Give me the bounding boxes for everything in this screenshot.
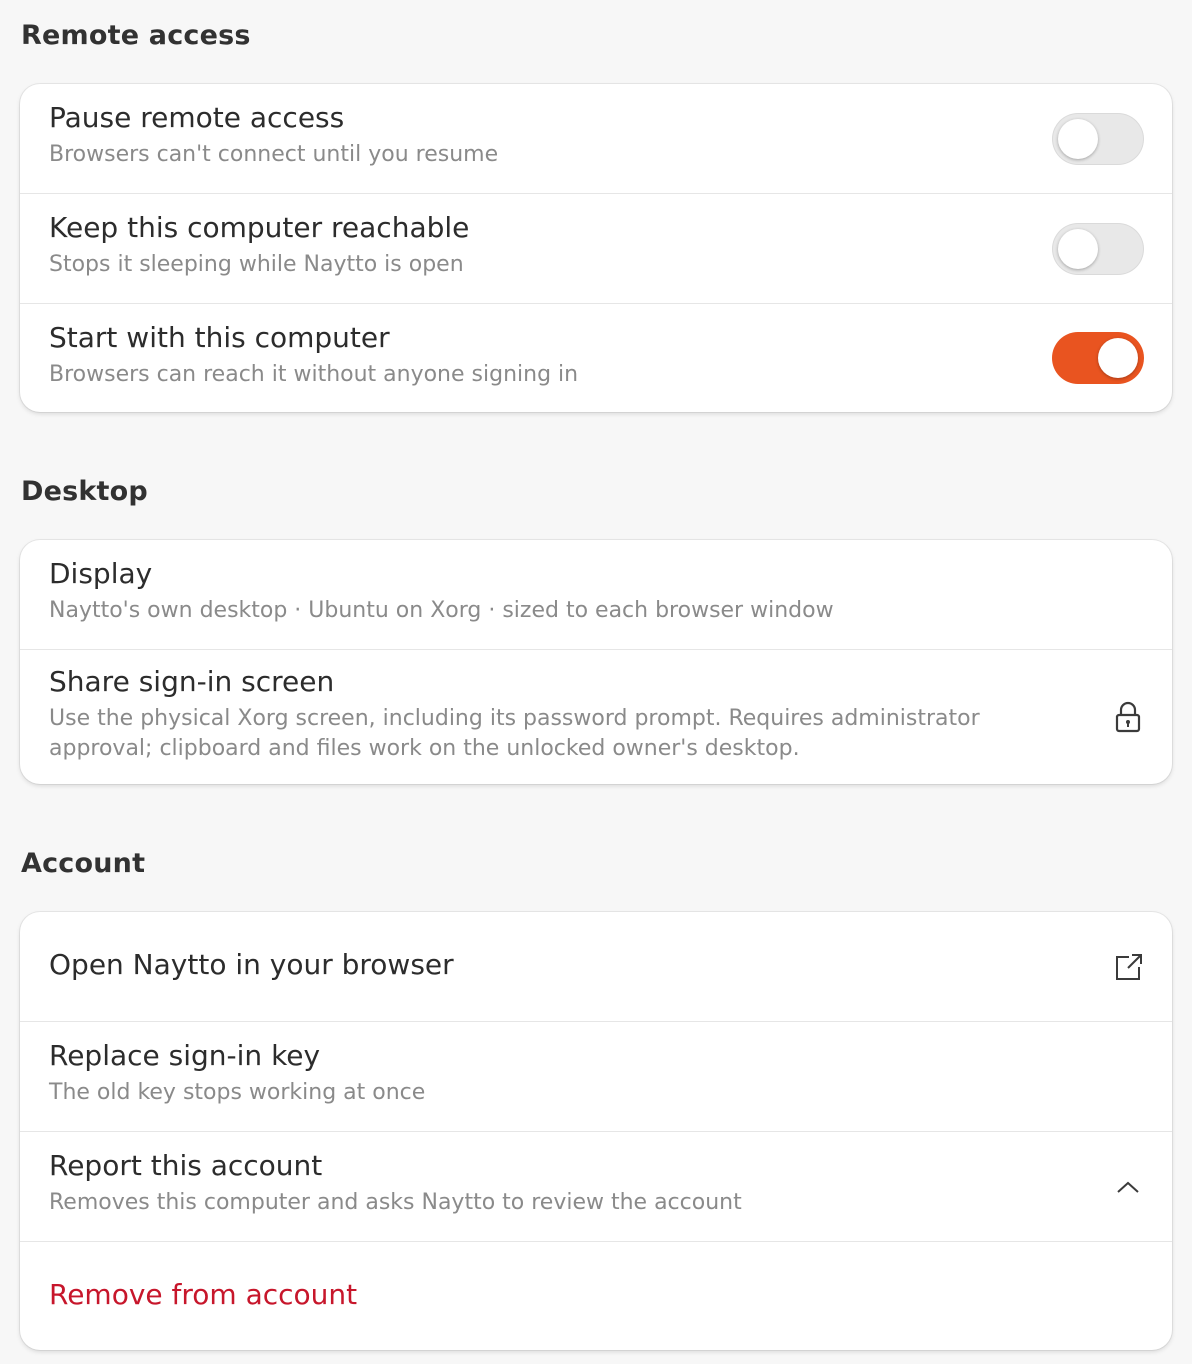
toggle-knob [1058, 118, 1098, 159]
row-title: Display [49, 557, 153, 590]
row-subtitle: Stops it sleeping while Naytto is open [49, 252, 464, 277]
row-title: Report this account [49, 1149, 323, 1182]
row-subtitle: Naytto's own desktop · Ubuntu on Xorg · … [49, 598, 834, 623]
row-subtitle: The old key stops working at once [49, 1080, 426, 1105]
external-link-icon [1112, 951, 1144, 983]
row-title: Open Naytto in your browser [49, 948, 454, 981]
row-subtitle: Browsers can't connect until you resume [49, 142, 499, 167]
start-with-computer-toggle[interactable] [1052, 332, 1144, 384]
row-subtitle: Removes this computer and asks Naytto to… [49, 1190, 742, 1215]
row-subtitle: Browsers can reach it without anyone sig… [49, 362, 579, 387]
row-title: Pause remote access [49, 101, 345, 134]
row-title: Remove from account [49, 1278, 358, 1311]
pause-remote-access-row[interactable]: Pause remote access Browsers can't conne… [20, 84, 1172, 194]
row-title: Replace sign-in key [49, 1039, 321, 1072]
remove-from-account-button[interactable]: Remove from account [20, 1242, 1172, 1350]
keep-reachable-toggle[interactable] [1052, 222, 1144, 275]
account-card: Open Naytto in your browser Replace sign… [20, 912, 1172, 1350]
row-title: Keep this computer reachable [49, 211, 470, 244]
settings-page: Remote access Pause remote access Browse… [0, 0, 1192, 1364]
section-title-desktop: Desktop [21, 476, 148, 507]
lock-icon [1112, 701, 1144, 733]
start-with-computer-row[interactable]: Start with this computer Browsers can re… [20, 304, 1172, 412]
section-title-remote-access: Remote access [21, 20, 251, 51]
chevron-up-icon[interactable] [1112, 1171, 1144, 1203]
row-title: Share sign-in screen [49, 665, 335, 698]
keep-reachable-row[interactable]: Keep this computer reachable Stops it sl… [20, 194, 1172, 304]
row-subtitle: Use the physical Xorg screen, including … [49, 706, 980, 761]
toggle-knob [1058, 228, 1098, 269]
row-title: Start with this computer [49, 321, 390, 354]
toggle-knob [1098, 338, 1138, 378]
report-account-row[interactable]: Report this account Removes this compute… [20, 1132, 1172, 1242]
pause-remote-access-toggle[interactable] [1052, 112, 1144, 165]
display-row[interactable]: Display Naytto's own desktop · Ubuntu on… [20, 540, 1172, 650]
desktop-card: Display Naytto's own desktop · Ubuntu on… [20, 540, 1172, 784]
section-title-account: Account [21, 848, 146, 879]
open-in-browser-row[interactable]: Open Naytto in your browser [20, 912, 1172, 1022]
replace-sign-in-key-row[interactable]: Replace sign-in key The old key stops wo… [20, 1022, 1172, 1132]
share-sign-in-screen-row[interactable]: Share sign-in screen Use the physical Xo… [20, 650, 1172, 784]
remote-access-card: Pause remote access Browsers can't conne… [20, 84, 1172, 412]
